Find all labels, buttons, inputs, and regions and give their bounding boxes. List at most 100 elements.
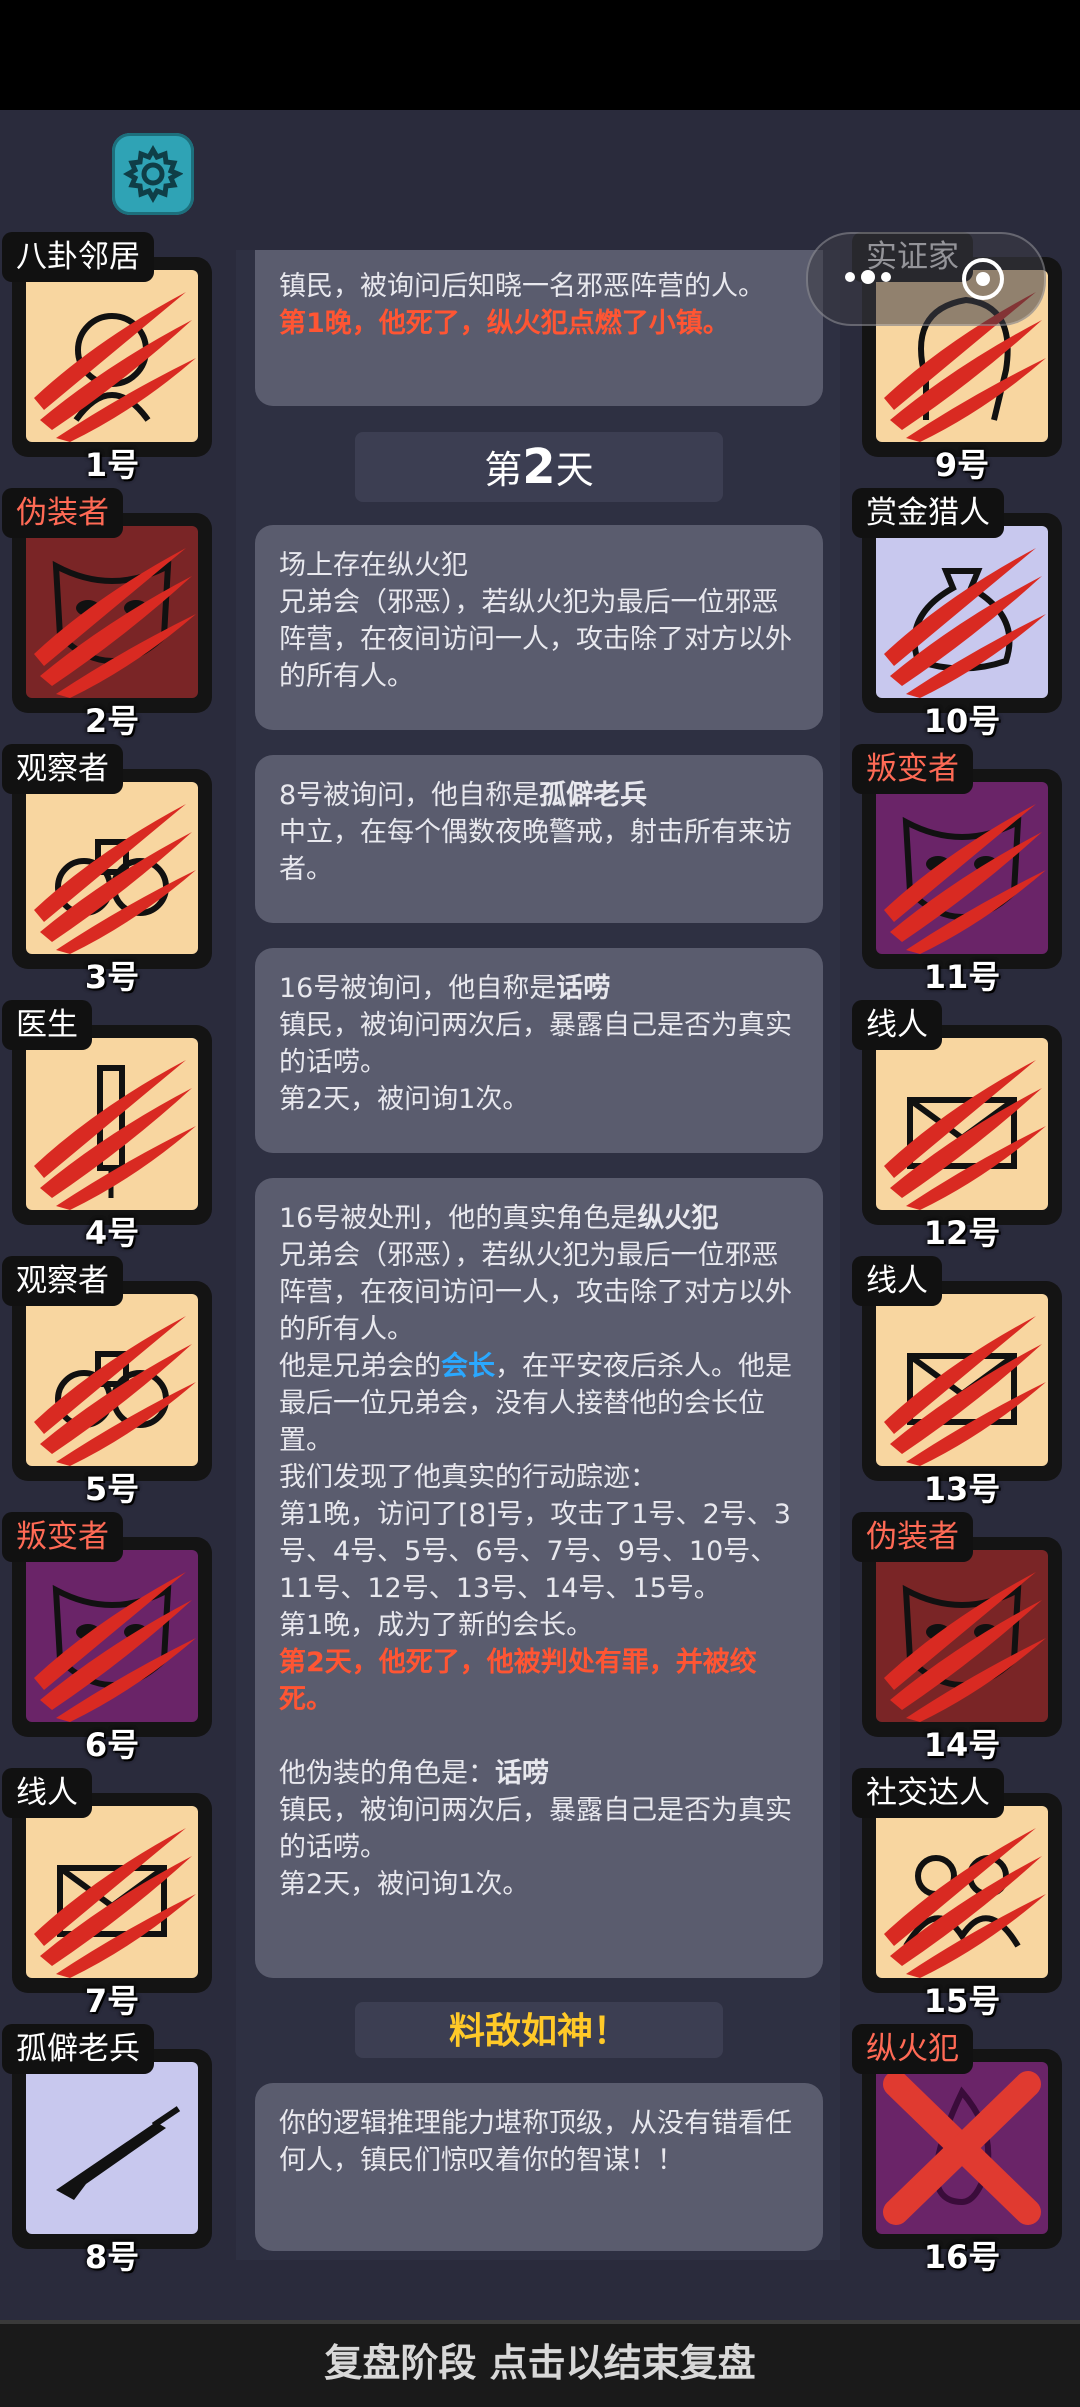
claw-mark-icon <box>34 1828 196 1978</box>
close-target-icon[interactable] <box>958 254 1008 304</box>
rifle-icon <box>26 2062 198 2234</box>
player-role-label: 八卦邻居 <box>2 232 154 282</box>
player-role-label: 伪装者 <box>2 488 123 538</box>
player-portrait <box>876 1550 1048 1722</box>
log-text: 16号被询问，他自称是 <box>279 973 557 1004</box>
player-role-label: 叛变者 <box>2 1512 123 1562</box>
player-number: 15号 <box>923 1982 1001 2020</box>
day-number: 2 <box>522 439 556 495</box>
log-card: 8号被询问，他自称是孤僻老兵 中立，在每个偶数夜晚警戒，射击所有来访者。 <box>255 755 823 923</box>
player-tile[interactable]: 伪装者 14号 <box>852 1512 1062 1764</box>
claw-mark-icon <box>34 1572 196 1722</box>
player-number: 3号 <box>84 958 140 996</box>
player-number: 16号 <box>923 2238 1001 2276</box>
claw-mark-icon <box>884 804 1046 954</box>
player-portrait <box>876 782 1048 954</box>
player-tile[interactable]: 叛变者 6号 <box>2 1512 212 1764</box>
rating-header: 料敌如神！ <box>355 2002 723 2058</box>
player-tile[interactable]: 医生 4号 <box>2 1000 212 1252</box>
disguise-role: 话唠 <box>495 1758 549 1789</box>
player-portrait <box>26 1038 198 1210</box>
player-number: 13号 <box>923 1470 1001 1508</box>
death-text: 第2天，他死了，他被判处有罪，并被绞死。 <box>279 1647 757 1715</box>
log-card: 场上存在纵火犯 兄弟会（邪恶），若纵火犯为最后一位邪恶阵营，在夜间访问一人，攻击… <box>255 525 823 730</box>
player-number: 6号 <box>84 1726 140 1764</box>
player-tile[interactable]: 社交达人 15号 <box>852 1768 1062 2020</box>
cross-mark-icon <box>883 2071 1041 2225</box>
player-number: 10号 <box>923 702 1001 740</box>
day-suffix: 天 <box>555 448 594 492</box>
leader-title: 会长 <box>441 1351 495 1382</box>
player-tile[interactable]: 线人 13号 <box>852 1256 1062 1508</box>
player-role-label: 医生 <box>2 1000 92 1050</box>
player-role-label: 观察者 <box>2 744 123 794</box>
end-review-button[interactable]: 复盘阶段 点击以结束复盘 <box>0 2320 1080 2407</box>
claw-mark-icon <box>884 1572 1046 1722</box>
summary-text: 你的逻辑推理能力堪称顶级，从没有错看任何人，镇民们惊叹着你的智谋！！ <box>279 2108 792 2176</box>
log-text: 8号被询问，他自称是 <box>279 780 540 811</box>
log-card-summary: 你的逻辑推理能力堪称顶级，从没有错看任何人，镇民们惊叹着你的智谋！！ <box>255 2083 823 2251</box>
player-number: 11号 <box>923 958 1001 996</box>
player-role-label: 线人 <box>852 1000 942 1050</box>
player-tile[interactable]: 叛变者 11号 <box>852 744 1062 996</box>
player-portrait <box>876 1806 1048 1978</box>
player-portrait <box>26 1806 198 1978</box>
log-text: 16号被处刑，他的真实角色是 <box>279 1203 638 1234</box>
player-tile[interactable]: 八卦邻居 1号 <box>2 232 212 484</box>
claw-mark-icon <box>884 548 1046 698</box>
player-number: 4号 <box>84 1214 140 1252</box>
player-portrait <box>876 2062 1048 2234</box>
player-portrait <box>26 2062 198 2234</box>
player-portrait <box>26 782 198 954</box>
claimed-role: 孤僻老兵 <box>539 780 648 811</box>
player-number: 2号 <box>84 702 140 740</box>
log-text: 他伪装的角色是： <box>279 1758 495 1789</box>
player-number: 8号 <box>84 2238 140 2276</box>
player-role-label: 社交达人 <box>852 1768 1004 1818</box>
player-tile[interactable]: 观察者 5号 <box>2 1256 212 1508</box>
player-tile[interactable]: 伪装者 2号 <box>2 488 212 740</box>
claw-mark-icon <box>884 1828 1046 1978</box>
player-tile[interactable]: 线人 12号 <box>852 1000 1062 1252</box>
player-role-label: 叛变者 <box>852 744 973 794</box>
true-role: 纵火犯 <box>637 1203 719 1234</box>
player-portrait <box>26 1550 198 1722</box>
claimed-role: 话唠 <box>556 973 611 1004</box>
log-text: 镇民，被询问后知晓一名邪恶阵营的人。 <box>279 271 765 302</box>
player-tile[interactable]: 纵火犯 16号 <box>852 2024 1062 2276</box>
player-tile[interactable]: 孤僻老兵 8号 <box>2 2024 212 2276</box>
player-number: 5号 <box>84 1470 140 1508</box>
more-icon[interactable] <box>838 262 898 292</box>
log-card-partial: 镇民，被询问后知晓一名邪恶阵营的人。 第1晚，他死了，纵火犯点燃了小镇。 <box>255 250 823 406</box>
day-header: 第2天 <box>355 432 723 502</box>
claw-mark-icon <box>34 292 196 442</box>
settings-button[interactable] <box>112 133 194 215</box>
log-card: 16号被处刑，他的真实角色是纵火犯 兄弟会（邪恶），若纵火犯为最后一位邪恶阵营，… <box>255 1178 823 1978</box>
player-portrait <box>26 1294 198 1466</box>
claw-mark-icon <box>34 1316 196 1466</box>
player-tile[interactable]: 线人 7号 <box>2 1768 212 2020</box>
log-text: 镇民，被询问两次后，暴露自己是否为真实的话唠。 第2天，被问询1次。 <box>279 1010 792 1115</box>
claw-mark-icon <box>884 1060 1046 1210</box>
player-role-label: 观察者 <box>2 1256 123 1306</box>
player-portrait <box>876 526 1048 698</box>
player-role-label: 孤僻老兵 <box>2 2024 154 2074</box>
claw-mark-icon <box>34 1060 196 1210</box>
player-tile[interactable]: 赏金猎人 10号 <box>852 488 1062 740</box>
log-text: 镇民，被询问两次后，暴露自己是否为真实的话唠。 第2天，被问询1次。 <box>279 1795 792 1900</box>
claw-mark-icon <box>884 1316 1046 1466</box>
miniprogram-capsule[interactable] <box>806 232 1046 326</box>
log-text: ，在平安夜后杀人。他是最后一位兄弟会，没有人接替他的会长位置。 我们发现了他真实… <box>279 1351 792 1641</box>
player-tile[interactable]: 观察者 3号 <box>2 744 212 996</box>
player-number: 1号 <box>84 446 140 484</box>
log-card: 16号被询问，他自称是话唠 镇民，被询问两次后，暴露自己是否为真实的话唠。 第2… <box>255 948 823 1153</box>
status-bar <box>0 0 1080 110</box>
death-text: 第1晚，他死了，纵火犯点燃了小镇。 <box>279 308 730 339</box>
player-role-label: 赏金猎人 <box>852 488 1004 538</box>
player-role-label: 线人 <box>852 1256 942 1306</box>
day-prefix: 第 <box>484 448 523 492</box>
player-portrait <box>26 526 198 698</box>
player-portrait <box>26 270 198 442</box>
log-text: 中立，在每个偶数夜晚警戒，射击所有来访者。 <box>279 817 792 885</box>
gear-icon <box>123 144 183 204</box>
